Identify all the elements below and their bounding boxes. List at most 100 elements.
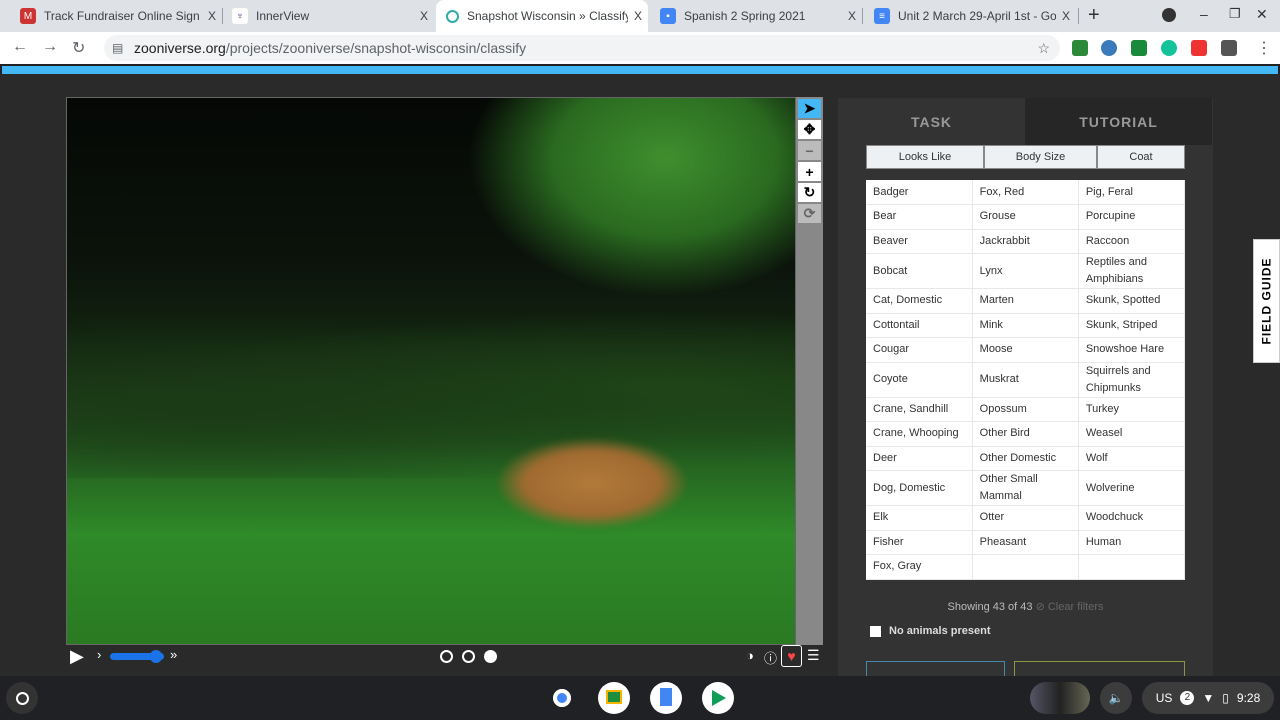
species-option[interactable]: Jackrabbit bbox=[972, 229, 1079, 254]
collections-list-icon[interactable]: ☰ bbox=[807, 647, 820, 664]
species-option[interactable]: Skunk, Spotted bbox=[1078, 288, 1186, 314]
launcher-button[interactable] bbox=[6, 682, 38, 714]
species-option[interactable]: Snowshoe Hare bbox=[1078, 337, 1186, 363]
tab-unit-2[interactable]: ≡ Unit 2 March 29-April 1st - Goo X bbox=[864, 0, 1076, 32]
slower-icon[interactable]: › bbox=[97, 647, 101, 662]
rotate-icon[interactable]: ↻ bbox=[798, 183, 821, 202]
frame-dot-1[interactable] bbox=[440, 650, 453, 663]
species-option[interactable]: Lynx bbox=[972, 253, 1079, 289]
species-option[interactable]: Fox, Gray bbox=[866, 554, 973, 580]
action-button[interactable] bbox=[1014, 661, 1185, 676]
species-option[interactable]: Deer bbox=[866, 446, 973, 471]
close-tab-icon[interactable]: X bbox=[628, 9, 648, 23]
species-option[interactable]: Otter bbox=[972, 505, 1079, 531]
chrome-app-icon[interactable] bbox=[546, 682, 578, 714]
species-option[interactable]: Wolf bbox=[1078, 446, 1186, 471]
media-controls-icon[interactable]: 🔈 bbox=[1100, 682, 1132, 714]
close-tab-icon[interactable]: X bbox=[414, 9, 434, 23]
species-option[interactable]: Cougar bbox=[866, 337, 973, 363]
tab-snapshot-wisconsin[interactable]: Snapshot Wisconsin » Classify X bbox=[436, 0, 648, 32]
speed-slider[interactable] bbox=[110, 650, 164, 663]
slider-handle[interactable] bbox=[150, 650, 162, 663]
species-option[interactable]: Mink bbox=[972, 313, 1079, 338]
menu-icon[interactable]: ⋮ bbox=[1256, 38, 1272, 58]
species-option[interactable]: Skunk, Striped bbox=[1078, 313, 1186, 338]
species-option[interactable]: Porcupine bbox=[1078, 204, 1186, 230]
species-option[interactable]: Other Small Mammal bbox=[972, 470, 1079, 506]
tab-tutorial[interactable]: TUTORIAL bbox=[1025, 98, 1212, 145]
species-option[interactable]: Reptiles and Amphibians bbox=[1078, 253, 1186, 289]
species-option[interactable]: Beaver bbox=[866, 229, 973, 254]
minimize-icon[interactable]: – bbox=[1200, 6, 1208, 22]
species-option[interactable]: Cottontail bbox=[866, 313, 973, 338]
play-store-app-icon[interactable] bbox=[702, 682, 734, 714]
faster-icon[interactable]: » bbox=[170, 647, 177, 662]
status-tray[interactable]: US 2 ▼ ▯ 9:28 bbox=[1142, 682, 1274, 714]
species-option[interactable]: Pig, Feral bbox=[1078, 180, 1186, 205]
address-bar[interactable]: ▤ zooniverse.org/projects/zooniverse/sna… bbox=[104, 35, 1060, 61]
species-option[interactable]: Bear bbox=[866, 204, 973, 230]
action-button[interactable] bbox=[866, 661, 1005, 676]
zoom-out-icon[interactable]: − bbox=[798, 141, 821, 160]
google-docs-app-icon[interactable] bbox=[650, 682, 682, 714]
grammarly-icon[interactable] bbox=[1161, 40, 1177, 56]
play-icon[interactable]: ▶ bbox=[70, 646, 84, 667]
species-option[interactable]: Fox, Red bbox=[972, 180, 1079, 205]
close-window-icon[interactable]: ✕ bbox=[1256, 6, 1268, 23]
species-option[interactable]: Human bbox=[1078, 530, 1186, 555]
forward-icon[interactable]: → bbox=[42, 38, 58, 56]
tab-spanish-2[interactable]: ▪ Spanish 2 Spring 2021 X bbox=[650, 0, 862, 32]
species-option[interactable]: Opossum bbox=[972, 397, 1079, 422]
close-tab-icon[interactable]: X bbox=[202, 9, 222, 23]
species-option[interactable]: Woodchuck bbox=[1078, 505, 1186, 531]
extension-icon[interactable] bbox=[1101, 40, 1117, 56]
move-icon[interactable]: ✥ bbox=[798, 120, 821, 139]
species-option[interactable]: Bobcat bbox=[866, 253, 973, 289]
favorite-heart-icon[interactable]: ♥ bbox=[781, 645, 802, 667]
species-option[interactable]: Grouse bbox=[972, 204, 1079, 230]
zoom-in-icon[interactable]: + bbox=[798, 162, 821, 181]
close-tab-icon[interactable]: X bbox=[842, 9, 862, 23]
species-option[interactable]: Crane, Whooping bbox=[866, 421, 973, 447]
tab-task[interactable]: TASK bbox=[838, 98, 1025, 145]
classroom-extension-icon[interactable] bbox=[1072, 40, 1088, 56]
clear-filters-link[interactable]: ⊘ Clear filters bbox=[1036, 601, 1104, 613]
restore-icon[interactable]: ❐ bbox=[1229, 6, 1241, 22]
reset-icon[interactable]: ⟳ bbox=[798, 204, 821, 223]
back-icon[interactable]: ← bbox=[12, 38, 28, 56]
tab-track-fundraiser[interactable]: M Track Fundraiser Online Sign uX bbox=[10, 0, 222, 32]
filter-body-size[interactable]: Body Size bbox=[984, 145, 1097, 169]
species-option[interactable]: Other Bird bbox=[972, 421, 1079, 447]
cast-extension-icon[interactable] bbox=[1131, 40, 1147, 56]
species-option[interactable]: Crane, Sandhill bbox=[866, 397, 973, 422]
species-option[interactable]: Other Domestic bbox=[972, 446, 1079, 471]
megaphone-extension-icon[interactable] bbox=[1191, 40, 1207, 56]
google-classroom-app-icon[interactable] bbox=[598, 682, 630, 714]
filter-looks-like[interactable]: Looks Like bbox=[866, 145, 984, 169]
filter-coat[interactable]: Coat bbox=[1097, 145, 1185, 169]
reload-icon[interactable]: ↻ bbox=[72, 38, 85, 58]
species-option[interactable]: Muskrat bbox=[972, 362, 1079, 398]
species-option[interactable]: Elk bbox=[866, 505, 973, 531]
species-option[interactable]: Badger bbox=[866, 180, 973, 205]
site-info-icon[interactable]: ▤ bbox=[112, 35, 123, 61]
contrast-icon[interactable]: ◑ bbox=[746, 648, 754, 663]
species-option[interactable]: Fisher bbox=[866, 530, 973, 555]
species-option[interactable]: Wolverine bbox=[1078, 470, 1186, 506]
bookmark-star-icon[interactable]: ☆ bbox=[1037, 35, 1050, 61]
camera-trap-image[interactable] bbox=[66, 97, 796, 645]
checkbox[interactable] bbox=[870, 625, 881, 637]
pointer-icon[interactable]: ➤ bbox=[798, 99, 821, 118]
tab-innerview[interactable]: ♆ InnerView X bbox=[222, 0, 434, 32]
species-option[interactable]: Moose bbox=[972, 337, 1079, 363]
no-animals-checkbox[interactable]: No animals present bbox=[870, 625, 990, 637]
species-option[interactable]: Dog, Domestic bbox=[866, 470, 973, 506]
close-tab-icon[interactable]: X bbox=[1056, 9, 1076, 23]
frame-dot-2[interactable] bbox=[462, 650, 475, 663]
species-option[interactable]: Squirrels and Chipmunks bbox=[1078, 362, 1186, 398]
species-option[interactable]: Marten bbox=[972, 288, 1079, 314]
species-option[interactable]: Turkey bbox=[1078, 397, 1186, 422]
tab-search-icon[interactable] bbox=[1162, 8, 1176, 22]
species-option[interactable]: Pheasant bbox=[972, 530, 1079, 555]
species-option[interactable]: Weasel bbox=[1078, 421, 1186, 447]
